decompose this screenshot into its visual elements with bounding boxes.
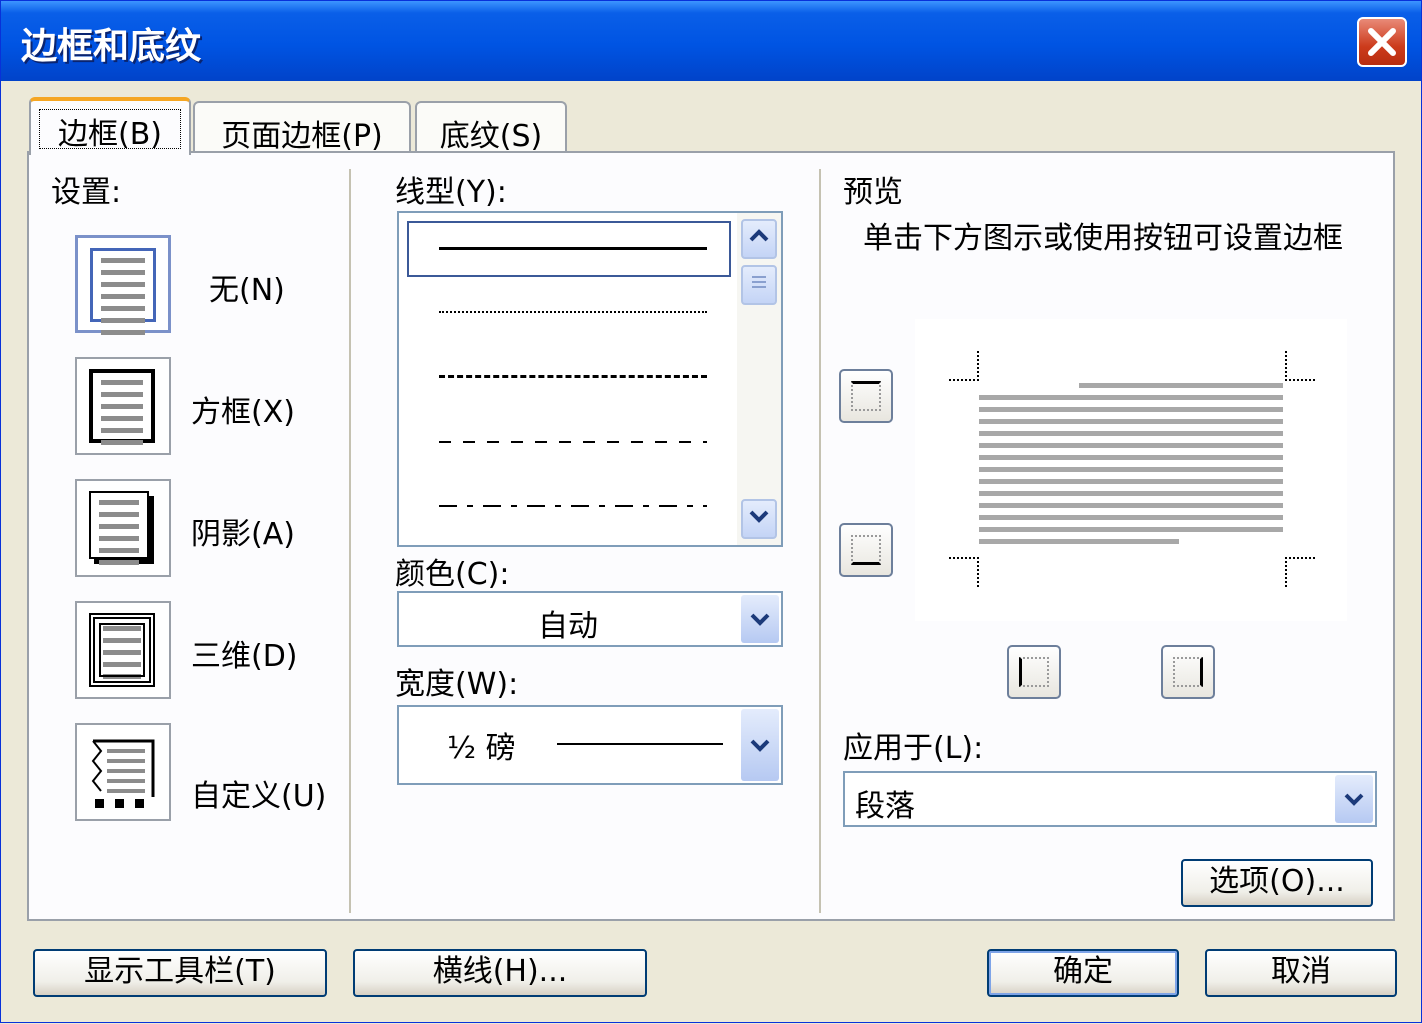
setting-custom-button[interactable] bbox=[75, 723, 171, 821]
corner-mark bbox=[949, 351, 979, 381]
cancel-button[interactable]: 取消 bbox=[1205, 949, 1397, 997]
corner-mark bbox=[949, 557, 979, 587]
setting-custom-label[interactable]: 自定义(U) bbox=[191, 771, 326, 815]
style-dashed-small[interactable] bbox=[439, 375, 707, 378]
style-solid[interactable] bbox=[439, 247, 707, 250]
chevron-down-icon bbox=[750, 739, 770, 752]
top-border-icon bbox=[851, 381, 881, 411]
setting-none-label[interactable]: 无(N) bbox=[209, 265, 285, 309]
width-line-sample bbox=[557, 743, 723, 745]
setting-box-button[interactable] bbox=[75, 357, 171, 455]
setting-3d-icon bbox=[89, 613, 155, 687]
top-border-button[interactable] bbox=[839, 369, 893, 423]
setting-shadow-icon bbox=[89, 491, 149, 565]
width-value: ½ 磅 bbox=[447, 731, 516, 766]
style-dashed[interactable] bbox=[439, 441, 707, 443]
show-toolbar-button[interactable]: 显示工具栏(T) bbox=[33, 949, 327, 997]
corner-mark bbox=[1285, 557, 1315, 587]
setting-box-label[interactable]: 方框(X) bbox=[191, 387, 295, 431]
setting-shadow-button[interactable] bbox=[75, 479, 171, 577]
right-border-icon bbox=[1173, 657, 1203, 687]
divider bbox=[349, 169, 351, 913]
settings-label: 设置: bbox=[51, 175, 122, 210]
bottom-border-button[interactable] bbox=[839, 523, 893, 577]
scroll-down-button[interactable] bbox=[741, 499, 777, 539]
width-dropdown-arrow[interactable] bbox=[741, 709, 779, 781]
setting-box-icon bbox=[89, 369, 155, 445]
scroll-up-button[interactable] bbox=[741, 219, 777, 259]
line-style-label: 线型(Y): bbox=[395, 175, 507, 210]
setting-3d-label[interactable]: 三维(D) bbox=[191, 631, 298, 675]
left-border-button[interactable] bbox=[1007, 645, 1061, 699]
setting-custom-icon bbox=[91, 739, 155, 808]
style-dotted[interactable] bbox=[439, 311, 707, 313]
apply-to-value: 段落 bbox=[855, 789, 915, 824]
borders-and-shading-dialog: 边框和底纹 边框(B) 页面边框(P) 底纹(S) 设置: 无(N) 方框(X) bbox=[0, 0, 1422, 1023]
chevron-down-icon bbox=[750, 613, 770, 626]
chevron-down-icon bbox=[749, 510, 769, 523]
scroll-thumb[interactable] bbox=[741, 265, 777, 305]
grip-icon bbox=[752, 276, 766, 288]
divider bbox=[819, 169, 821, 913]
horizontal-line-button[interactable]: 横线(H)... bbox=[353, 949, 647, 997]
ok-button[interactable]: 确定 bbox=[987, 949, 1179, 997]
panel-content: 设置: 无(N) 方框(X) 阴影(A) 三维(D) 自定义(U) 线型(Y):… bbox=[1, 1, 1422, 1024]
setting-shadow-label[interactable]: 阴影(A) bbox=[191, 509, 295, 553]
preview-area[interactable] bbox=[915, 319, 1347, 621]
color-label: 颜色(C): bbox=[395, 557, 510, 592]
chevron-down-icon bbox=[1344, 793, 1364, 806]
line-style-scrollbar[interactable] bbox=[737, 213, 781, 545]
preview-hint: 单击下方图示或使用按钮可设置边框 bbox=[863, 221, 1343, 256]
apply-to-dropdown[interactable]: 段落 bbox=[843, 771, 1377, 827]
chevron-up-icon bbox=[749, 229, 769, 242]
bottom-border-icon bbox=[851, 535, 881, 565]
setting-none-icon bbox=[90, 248, 156, 335]
color-dropdown-arrow[interactable] bbox=[741, 595, 779, 643]
preview-label: 预览 bbox=[843, 175, 903, 210]
color-dropdown[interactable]: 自动 bbox=[397, 591, 783, 647]
preview-paragraph bbox=[979, 383, 1283, 551]
corner-mark bbox=[1285, 351, 1315, 381]
apply-to-dropdown-arrow[interactable] bbox=[1335, 775, 1373, 823]
setting-none-button[interactable] bbox=[75, 235, 171, 335]
setting-3d-button[interactable] bbox=[75, 601, 171, 699]
options-button[interactable]: 选项(O)... bbox=[1181, 859, 1373, 907]
width-label: 宽度(W): bbox=[395, 667, 519, 702]
style-dash-dot[interactable] bbox=[439, 505, 707, 507]
color-value: 自动 bbox=[538, 609, 598, 644]
width-dropdown[interactable]: ½ 磅 bbox=[397, 705, 783, 785]
line-style-listbox[interactable] bbox=[397, 211, 783, 547]
right-border-button[interactable] bbox=[1161, 645, 1215, 699]
left-border-icon bbox=[1019, 657, 1049, 687]
apply-to-label: 应用于(L): bbox=[843, 731, 984, 766]
